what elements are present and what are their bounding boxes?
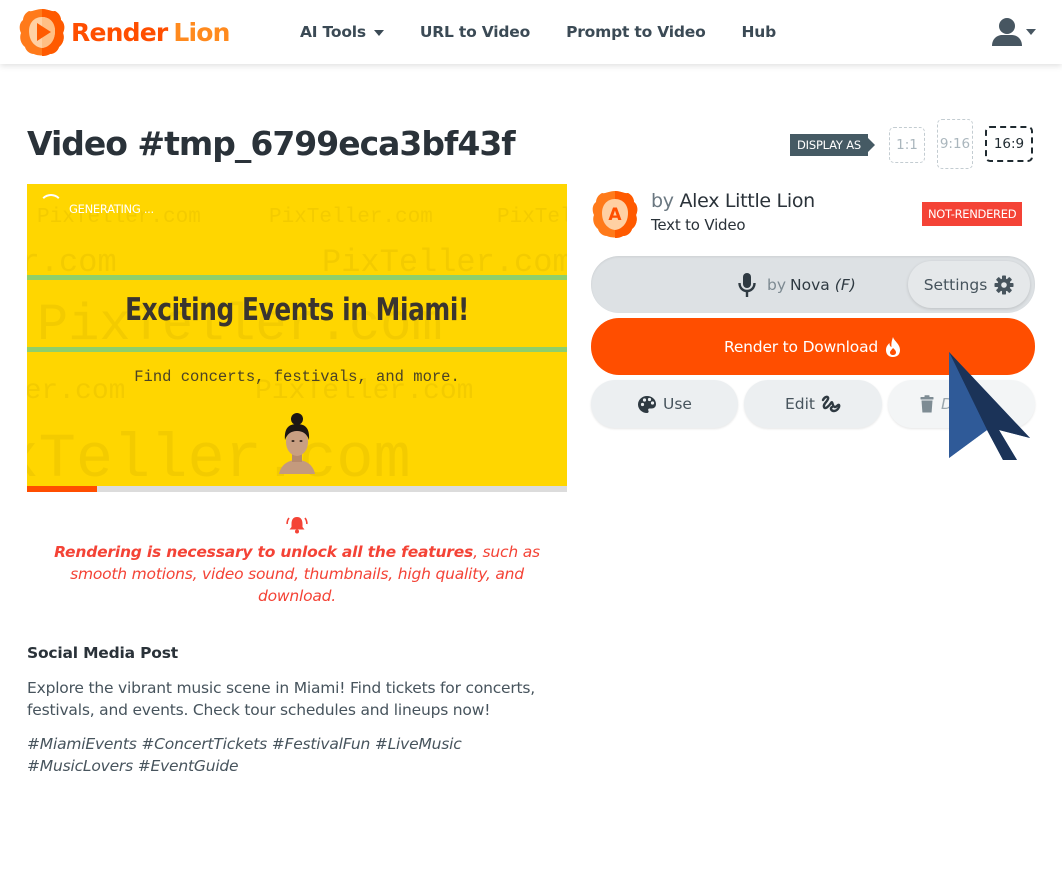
avatar-letter: A: [608, 205, 622, 225]
settings-label: Settings: [923, 275, 988, 294]
spinner-icon: [39, 194, 63, 218]
bell-icon: [286, 517, 308, 534]
use-label: Use: [663, 395, 692, 413]
ratio-1-1-button[interactable]: 1:1: [889, 127, 925, 163]
edit-label: Edit: [784, 395, 816, 413]
video-progress-bar: [27, 486, 567, 492]
nav-hub[interactable]: Hub: [742, 23, 777, 41]
render-label: Render to Download: [723, 337, 879, 356]
nav-url-to-video[interactable]: URL to Video: [420, 23, 530, 41]
lion-logo-icon: [19, 9, 65, 56]
chevron-down-icon: [373, 30, 384, 36]
logo[interactable]: Render Lion: [17, 7, 230, 57]
ratio-9-16-button[interactable]: 9:16: [937, 119, 973, 169]
voice-selector[interactable]: by Nova (F): [737, 256, 856, 313]
watermark: PixTeller.com: [269, 206, 433, 229]
video-type: Text to Video: [651, 216, 746, 234]
author-avatar[interactable]: A: [590, 189, 640, 239]
video-preview[interactable]: PixTeller.com PixTeller.com PixTeller.co…: [27, 184, 567, 486]
author-name[interactable]: Alex Little Lion: [679, 190, 815, 212]
nav-ai-tools[interactable]: AI Tools: [300, 23, 384, 41]
notice-bold-text: Rendering is necessary to unlock all the…: [54, 543, 474, 561]
fire-icon: [886, 336, 901, 357]
trash-icon: [920, 395, 934, 413]
generating-indicator: GENERATING ...: [39, 194, 154, 218]
presenter-avatar: [279, 413, 315, 474]
voice-gender: (F): [834, 275, 856, 294]
top-navbar: Render Lion AI Tools URL to Video Prompt …: [0, 0, 1062, 64]
status-badge: NOT-RENDERED: [922, 202, 1023, 226]
nav-prompt-to-video-label: Prompt to Video: [566, 23, 706, 41]
watermark: PixTeller.com: [27, 424, 411, 486]
main-nav: AI Tools URL to Video Prompt to Video Hu…: [300, 0, 812, 64]
chevron-down-icon: [1026, 29, 1036, 35]
gear-icon: [994, 275, 1014, 294]
voice-by-label: by: [767, 275, 787, 294]
generating-text: GENERATING ...: [69, 202, 154, 216]
video-headline: Exciting Events in Miami!: [125, 292, 469, 328]
video-progress-fill: [27, 486, 98, 492]
signature-icon: [821, 395, 841, 413]
user-menu-button[interactable]: [990, 16, 1036, 48]
author-line: by Alex Little Lion: [651, 190, 815, 212]
voice-bar: by Nova (F) Settings: [591, 256, 1035, 313]
watermark: PixTeller.com: [497, 206, 567, 229]
ratio-16-9-button[interactable]: 16:9: [985, 126, 1033, 162]
microphone-icon: [738, 272, 756, 297]
video-subline: Find concerts, festivals, and more.: [134, 368, 460, 386]
nav-url-to-video-label: URL to Video: [419, 23, 531, 41]
green-stripe: [27, 347, 567, 352]
green-stripe: [27, 275, 567, 280]
display-as-label: DISPLAY AS: [790, 134, 875, 156]
brand-name: Render Lion: [71, 17, 230, 47]
social-post-body: Explore the vibrant music scene in Miami…: [27, 679, 536, 719]
user-icon: [992, 18, 1022, 46]
nav-hub-label: Hub: [741, 23, 777, 41]
social-post-hashtags: #MiamiEvents #ConcertTickets #FestivalFu…: [27, 735, 462, 775]
voice-settings-button[interactable]: Settings: [908, 261, 1030, 308]
social-post-title: Social Media Post: [27, 644, 178, 662]
render-notice: Rendering is necessary to unlock all the…: [50, 541, 544, 607]
voice-name: Nova: [790, 275, 830, 294]
mouse-cursor-icon: [949, 352, 1030, 460]
edit-button[interactable]: Edit: [744, 380, 882, 428]
author-by-label: by: [651, 190, 674, 212]
page-title: Video #tmp_6799eca3bf43f: [27, 124, 516, 163]
use-button[interactable]: Use: [591, 380, 738, 428]
nav-ai-tools-label: AI Tools: [300, 23, 366, 41]
nav-prompt-to-video[interactable]: Prompt to Video: [566, 23, 706, 41]
palette-icon: [638, 395, 657, 413]
